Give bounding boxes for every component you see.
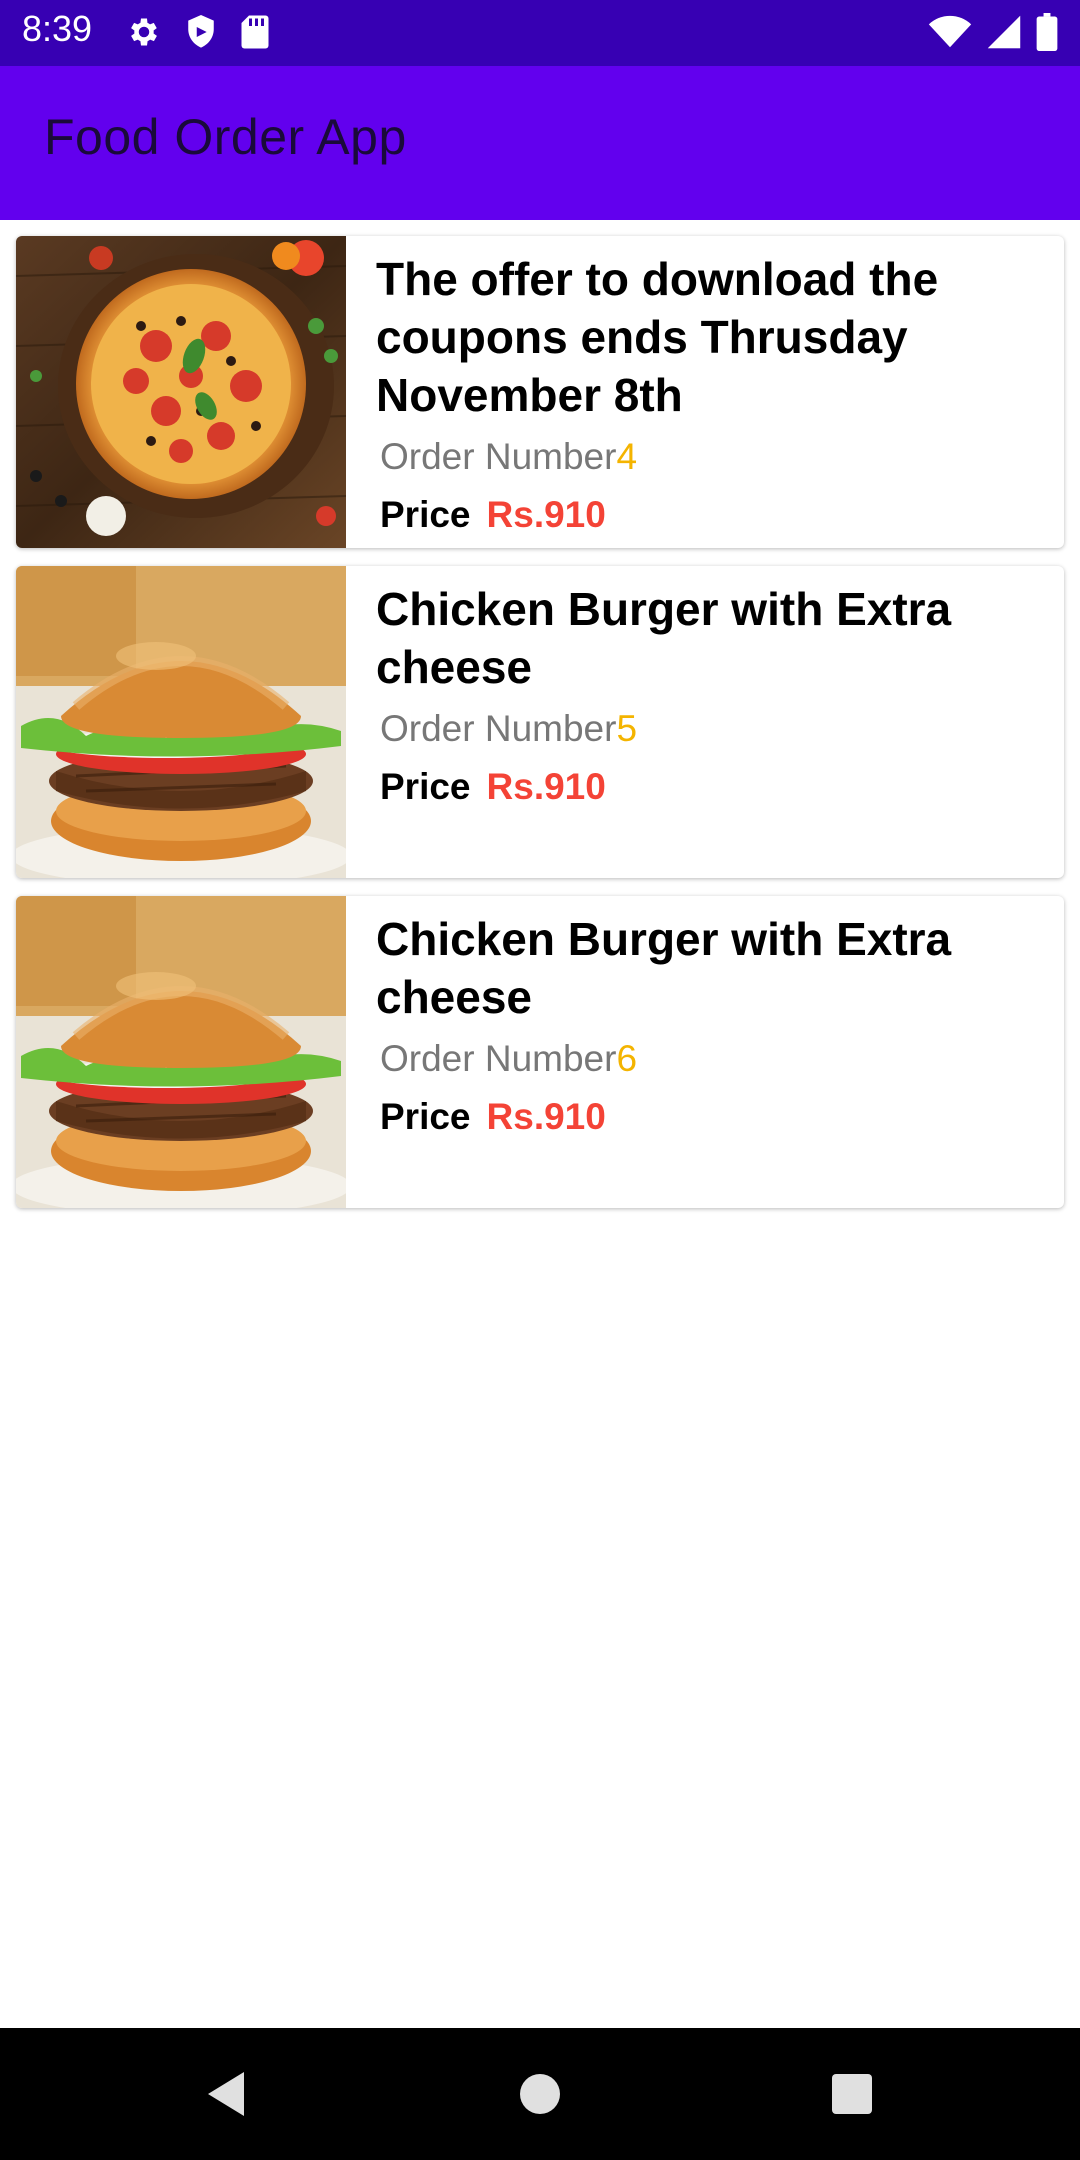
pizza-image <box>16 236 346 548</box>
order-card[interactable]: The offer to download the coupons ends T… <box>16 236 1064 548</box>
price-value: Rs.910 <box>486 766 606 807</box>
order-title: Chicken Burger with Extra cheese <box>376 583 952 693</box>
order-number-value: 6 <box>616 1038 638 1079</box>
order-card[interactable]: Chicken Burger with Extra cheese Order N… <box>16 896 1064 1208</box>
price-label: Price <box>380 766 471 807</box>
order-number-label: Order Number <box>380 708 617 749</box>
order-number-label: Order Number <box>380 1038 617 1079</box>
price-value: Rs.910 <box>486 1096 606 1137</box>
recents-icon[interactable] <box>822 2064 882 2124</box>
price-value: Rs.910 <box>486 494 606 535</box>
signal-icon <box>986 14 1022 50</box>
price-line: Price Rs.910 <box>380 762 1044 812</box>
burger-image <box>16 566 346 878</box>
status-icons-left <box>126 13 270 51</box>
gear-icon <box>126 14 162 50</box>
price-label: Price <box>380 494 471 535</box>
app-title: Food Order App <box>44 109 407 165</box>
order-number-value: 5 <box>616 708 638 749</box>
navigation-bar <box>0 2028 1080 2160</box>
price-line: Price Rs.910 <box>380 490 1044 540</box>
order-details: The offer to download the coupons ends T… <box>376 250 1044 540</box>
order-number-label: Order Number <box>380 436 617 477</box>
app-bar: Food Order App <box>0 66 1080 220</box>
order-number-line: Order Number4 <box>380 432 1044 482</box>
order-number-value: 4 <box>616 436 638 477</box>
status-time: 8:39 <box>22 8 93 49</box>
price-label: Price <box>380 1096 471 1137</box>
order-details: Chicken Burger with Extra cheese Order N… <box>376 580 1044 812</box>
price-line: Price Rs.910 <box>380 1092 1044 1142</box>
wifi-icon <box>928 14 972 50</box>
status-icons-right <box>928 13 1058 51</box>
shield-icon <box>184 13 218 51</box>
order-number-line: Order Number6 <box>380 1034 1044 1084</box>
burger-image <box>16 896 346 1208</box>
status-bar: 8:39 <box>0 0 1080 66</box>
battery-icon <box>1036 13 1058 51</box>
sd-card-icon <box>240 14 270 50</box>
order-number-line: Order Number5 <box>380 704 1044 754</box>
order-card[interactable]: Chicken Burger with Extra cheese Order N… <box>16 566 1064 878</box>
order-title: Chicken Burger with Extra cheese <box>376 913 952 1023</box>
screen: 8:39 Food Order App The offer to downloa… <box>0 0 1080 2160</box>
order-details: Chicken Burger with Extra cheese Order N… <box>376 910 1044 1142</box>
order-title: The offer to download the coupons ends T… <box>376 253 939 421</box>
back-icon[interactable] <box>196 2064 256 2124</box>
home-icon[interactable] <box>510 2064 570 2124</box>
